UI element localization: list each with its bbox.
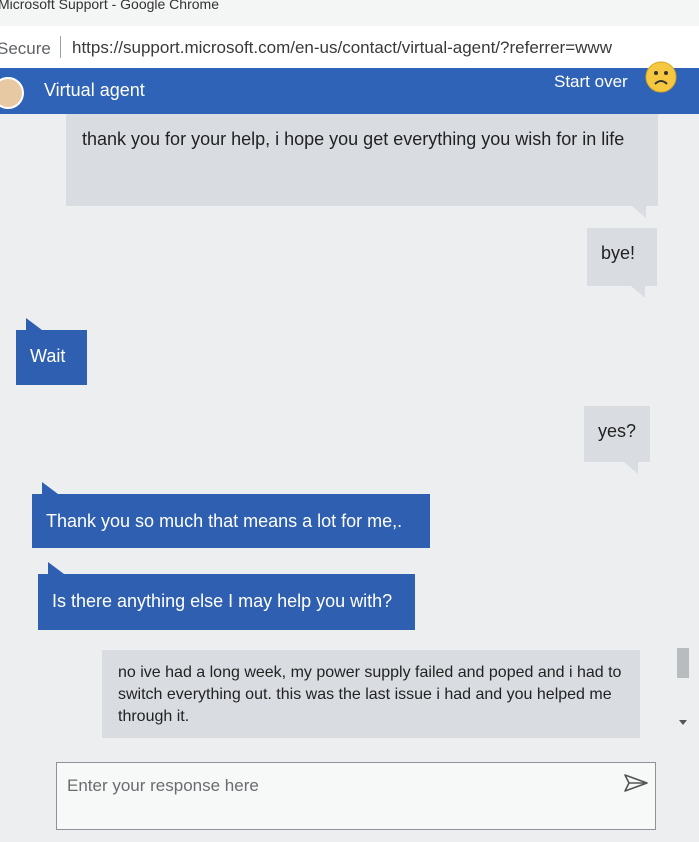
agent-avatar: [0, 77, 24, 109]
message-text: bye!: [601, 243, 636, 263]
message-text: thank you for your help, i hope you get …: [82, 129, 625, 149]
agent-message: Wait: [16, 318, 87, 385]
window-titlebar: Microsoft Support - Google Chrome: [0, 0, 699, 26]
security-label[interactable]: Secure: [0, 39, 51, 59]
sad-face-icon[interactable]: [645, 61, 677, 93]
user-message: yes?: [584, 406, 650, 474]
message-text: Is there anything else I may help you wi…: [52, 591, 393, 611]
send-icon: [624, 774, 648, 792]
message-text: yes?: [598, 421, 637, 441]
message-text: no ive had a long week, my power supply …: [118, 664, 622, 725]
chat-transcript[interactable]: thank you for your help, i hope you get …: [0, 114, 699, 842]
start-over-button[interactable]: Start over: [554, 72, 628, 92]
user-message: thank you for your help, i hope you get …: [66, 114, 658, 218]
window-title: Microsoft Support - Google Chrome: [0, 0, 219, 12]
user-message: no ive had a long week, my power supply …: [102, 650, 640, 738]
scrollbar-thumb[interactable]: [677, 648, 689, 678]
response-composer: [56, 762, 656, 830]
message-text: Wait: [30, 346, 66, 366]
header-title: Virtual agent: [44, 80, 145, 100]
response-input[interactable]: [65, 771, 609, 801]
scroll-down-arrow-icon[interactable]: [679, 720, 687, 725]
send-button[interactable]: [622, 771, 650, 795]
address-separator: [60, 36, 61, 58]
agent-message: Is there anything else I may help you wi…: [38, 562, 415, 630]
message-text: Thank you so much that means a lot for m…: [46, 511, 403, 531]
user-message: bye!: [587, 228, 657, 298]
address-bar[interactable]: Secure https://support.microsoft.com/en-…: [0, 26, 699, 69]
chat-header: Virtual agent Start over: [0, 68, 699, 114]
agent-message: Thank you so much that means a lot for m…: [32, 482, 430, 548]
url-text[interactable]: https://support.microsoft.com/en-us/cont…: [72, 38, 612, 58]
